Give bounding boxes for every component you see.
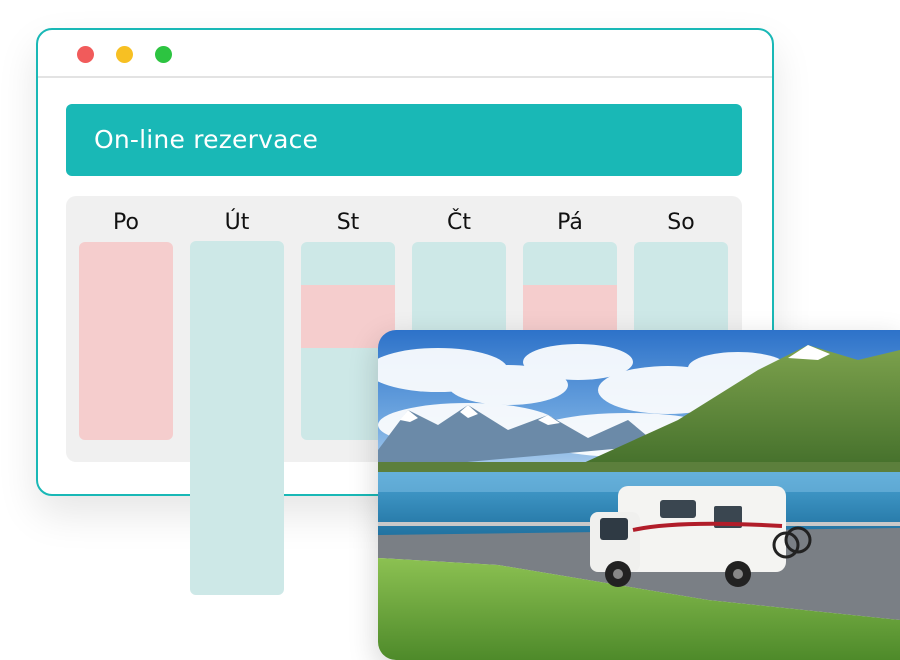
camper-landscape-image xyxy=(378,330,900,660)
camper-van xyxy=(590,486,812,587)
day-slots[interactable] xyxy=(79,242,173,440)
day-label: St xyxy=(336,210,360,235)
camper-photo xyxy=(378,330,900,660)
day-label: Čt xyxy=(447,210,471,235)
ut-long-booking-bar[interactable] xyxy=(190,241,284,595)
day-label: Po xyxy=(113,210,139,235)
day-label: So xyxy=(667,210,695,235)
day-column-po: Po xyxy=(79,196,173,462)
day-label: Út xyxy=(224,210,250,235)
close-window-dot[interactable] xyxy=(77,46,94,63)
reservation-banner: On-line rezervace xyxy=(66,104,742,176)
available-slot[interactable] xyxy=(523,242,617,285)
window-titlebar xyxy=(38,30,772,78)
minimize-window-dot[interactable] xyxy=(116,46,133,63)
banner-title: On-line rezervace xyxy=(94,125,319,154)
booked-slot[interactable] xyxy=(79,242,173,440)
day-label: Pá xyxy=(557,210,583,235)
available-slot[interactable] xyxy=(301,242,395,285)
maximize-window-dot[interactable] xyxy=(155,46,172,63)
